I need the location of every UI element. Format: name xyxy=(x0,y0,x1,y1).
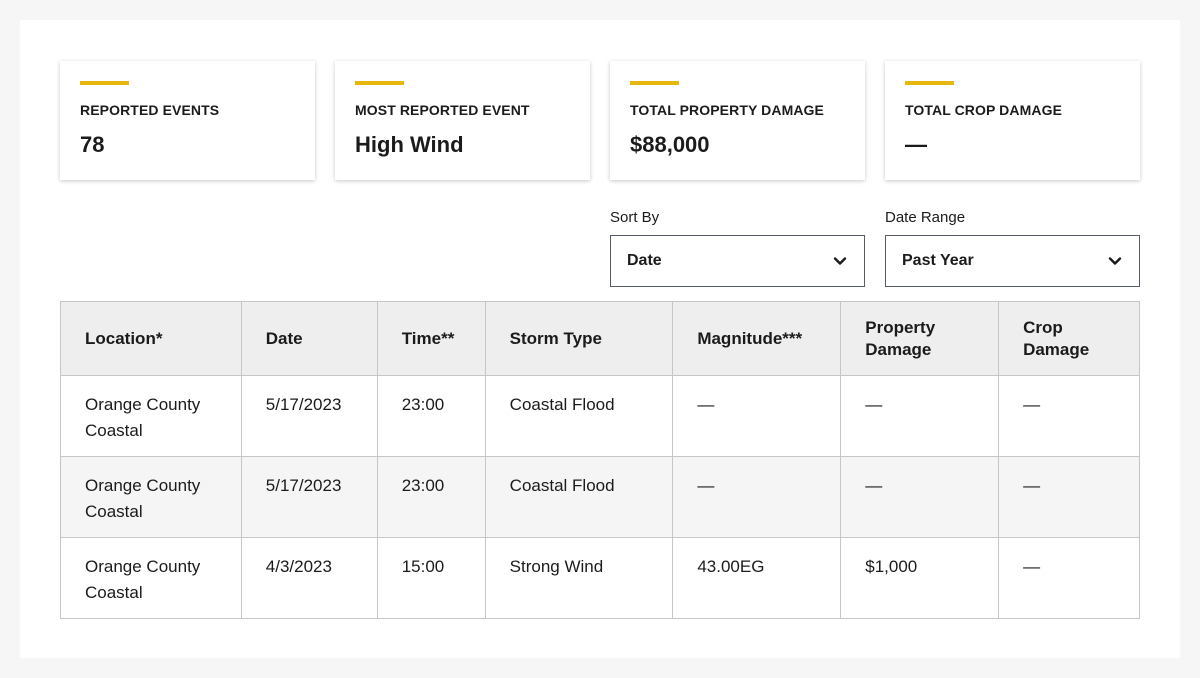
column-header-property-damage[interactable]: Property Damage xyxy=(840,301,1000,376)
column-header-location[interactable]: Location* xyxy=(60,301,242,376)
card-total-property-damage: TOTAL PROPERTY DAMAGE $88,000 xyxy=(610,61,865,180)
card-accent-bar xyxy=(905,81,954,85)
storm-events-table: Location* Date Time** Storm Type Magnitu… xyxy=(60,301,1140,619)
card-value: 78 xyxy=(80,132,105,157)
card-value: $88,000 xyxy=(630,132,710,157)
storm-events-panel: REPORTED EVENTS 78 MOST REPORTED EVENT H… xyxy=(20,20,1180,658)
cell-crop-damage: — xyxy=(998,375,1140,457)
cell-date: 5/17/2023 xyxy=(240,375,378,457)
chevron-down-icon xyxy=(833,257,847,265)
cell-date: 4/3/2023 xyxy=(240,537,378,619)
column-header-time[interactable]: Time** xyxy=(376,301,486,376)
cell-time: 23:00 xyxy=(376,456,486,538)
card-label: MOST REPORTED EVENT xyxy=(355,102,530,118)
card-most-reported-event: MOST REPORTED EVENT High Wind xyxy=(335,61,590,180)
card-reported-events: REPORTED EVENTS 78 xyxy=(60,61,315,180)
cell-crop-damage: — xyxy=(998,537,1140,619)
sort-by-select[interactable]: Date xyxy=(610,235,865,287)
cell-location: Orange County Coastal xyxy=(60,456,242,538)
summary-cards: REPORTED EVENTS 78 MOST REPORTED EVENT H… xyxy=(60,61,1140,180)
column-header-magnitude[interactable]: Magnitude*** xyxy=(672,301,842,376)
cell-storm-type: Coastal Flood xyxy=(484,375,674,457)
cell-magnitude: — xyxy=(672,456,842,538)
column-header-date[interactable]: Date xyxy=(240,301,378,376)
card-label: REPORTED EVENTS xyxy=(80,102,220,118)
cell-storm-type: Coastal Flood xyxy=(484,456,674,538)
date-range-filter: Date Range Past Year xyxy=(885,209,1140,287)
cell-location: Orange County Coastal xyxy=(60,537,242,619)
card-value: — xyxy=(905,132,927,157)
sort-by-value: Date xyxy=(627,252,662,269)
cell-crop-damage: — xyxy=(998,456,1140,538)
card-accent-bar xyxy=(355,81,404,85)
cell-property-damage: $1,000 xyxy=(840,537,1000,619)
table-row: Orange County Coastal 5/17/2023 23:00 Co… xyxy=(60,375,1140,457)
card-accent-bar xyxy=(630,81,679,85)
table-row: Orange County Coastal 5/17/2023 23:00 Co… xyxy=(60,456,1140,538)
table-header-row: Location* Date Time** Storm Type Magnitu… xyxy=(60,301,1140,376)
sort-by-filter: Sort By Date xyxy=(610,209,865,287)
chevron-down-icon xyxy=(1108,257,1122,265)
column-header-crop-damage[interactable]: Crop Damage xyxy=(998,301,1140,376)
table-row: Orange County Coastal 4/3/2023 15:00 Str… xyxy=(60,537,1140,619)
cell-magnitude: 43.00EG xyxy=(672,537,842,619)
cell-time: 15:00 xyxy=(376,537,486,619)
sort-by-label: Sort By xyxy=(610,209,660,226)
card-total-crop-damage: TOTAL CROP DAMAGE — xyxy=(885,61,1140,180)
date-range-label: Date Range xyxy=(885,209,966,226)
cell-location: Orange County Coastal xyxy=(60,375,242,457)
cell-time: 23:00 xyxy=(376,375,486,457)
column-header-storm-type[interactable]: Storm Type xyxy=(484,301,674,376)
cell-magnitude: — xyxy=(672,375,842,457)
card-label: TOTAL CROP DAMAGE xyxy=(905,102,1063,118)
cell-storm-type: Strong Wind xyxy=(484,537,674,619)
date-range-select[interactable]: Past Year xyxy=(885,235,1140,287)
card-accent-bar xyxy=(80,81,129,85)
cell-property-damage: — xyxy=(840,456,1000,538)
date-range-value: Past Year xyxy=(902,252,974,269)
card-value: High Wind xyxy=(355,132,464,157)
card-label: TOTAL PROPERTY DAMAGE xyxy=(630,102,824,118)
cell-date: 5/17/2023 xyxy=(240,456,378,538)
cell-property-damage: — xyxy=(840,375,1000,457)
